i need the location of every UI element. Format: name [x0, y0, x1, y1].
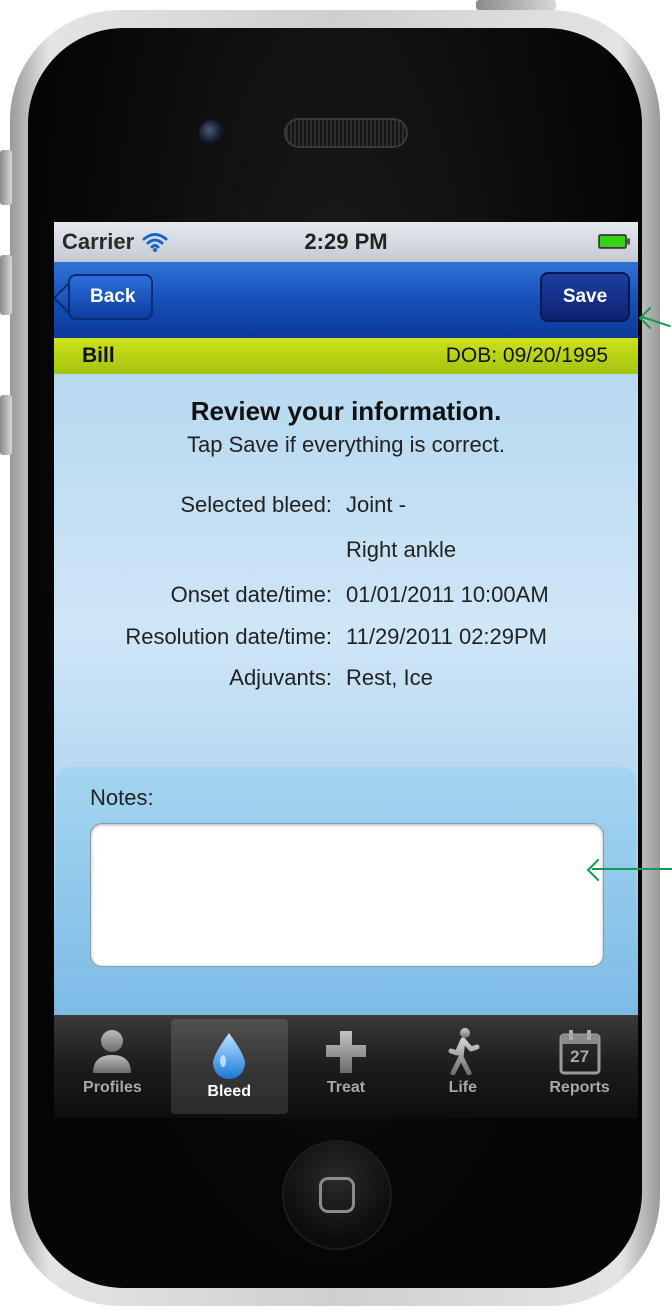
save-button[interactable]: Save: [540, 272, 630, 322]
home-button[interactable]: [282, 1140, 392, 1250]
clock: 2:29 PM: [304, 229, 388, 254]
navigation-bar: Back Save: [54, 262, 638, 339]
drop-icon: [213, 1033, 246, 1079]
plus-icon: [325, 1031, 366, 1073]
silent-switch: [0, 150, 12, 205]
battery-icon: [598, 234, 630, 249]
notes-panel: Notes:: [56, 767, 636, 1017]
info-row-resolution: Resolution date/time: 11/29/2011 02:29PM: [54, 624, 638, 654]
back-button[interactable]: Back: [68, 274, 154, 320]
info-label: Resolution date/time:: [125, 624, 332, 649]
tab-bleed[interactable]: Bleed: [170, 1019, 288, 1114]
info-value: 01/01/2011 10:00AM: [346, 582, 549, 607]
walker-icon: [448, 1028, 480, 1075]
camera: [199, 120, 225, 146]
speaker-grille: [284, 118, 408, 148]
profile-dob: DOB: 09/20/1995: [445, 344, 608, 367]
info-row-selected-bleed: Selected bleed: Joint -: [54, 492, 638, 522]
info-label: Adjuvants:: [229, 665, 332, 690]
info-value: Joint -: [346, 492, 406, 517]
calendar-day: 27: [570, 1047, 590, 1066]
review-content: Review your information. Tap Save if eve…: [54, 374, 638, 1017]
tab-label: Bleed: [207, 1083, 251, 1100]
notes-label: Notes:: [90, 785, 154, 810]
info-value: Rest, Ice: [346, 665, 433, 690]
tab-label: Profiles: [83, 1079, 142, 1096]
tab-label: Life: [448, 1079, 478, 1096]
tab-bar: Profiles Bleed Treat Life 27 Reports: [54, 1015, 638, 1118]
tab-label: Reports: [549, 1079, 610, 1096]
info-row-selected-bleed-detail: Right ankle: [54, 537, 638, 567]
info-label: Selected bleed:: [180, 492, 332, 517]
page-title: Review your information.: [190, 396, 502, 426]
profile-name: Bill: [82, 344, 115, 367]
notes-field[interactable]: [90, 823, 604, 967]
person-icon: [93, 1030, 132, 1073]
status-bar: Carrier 2:29 PM: [54, 222, 638, 262]
info-row-onset: Onset date/time: 01/01/2011 10:00AM: [54, 582, 638, 612]
tab-life[interactable]: Life: [404, 1015, 521, 1118]
volume-up-button: [0, 255, 12, 315]
tab-treat[interactable]: Treat: [288, 1015, 405, 1118]
tab-reports[interactable]: 27 Reports: [521, 1015, 638, 1118]
tab-label: Treat: [326, 1079, 366, 1096]
info-value: Right ankle: [346, 537, 457, 562]
profile-bar: Bill DOB: 09/20/1995: [54, 338, 638, 374]
power-button: [476, 0, 556, 10]
screen: Carrier 2:29 PM Back Save Bill DOB: 09/2…: [54, 222, 638, 1118]
tab-profiles[interactable]: Profiles: [54, 1015, 171, 1118]
volume-down-button: [0, 395, 12, 455]
info-label: Onset date/time:: [170, 582, 332, 607]
info-row-adjuvants: Adjuvants: Rest, Ice: [54, 665, 638, 695]
page-subtitle: Tap Save if everything is correct.: [187, 432, 505, 457]
info-value: 11/29/2011 02:29PM: [346, 624, 548, 649]
home-square-icon: [319, 1177, 355, 1213]
